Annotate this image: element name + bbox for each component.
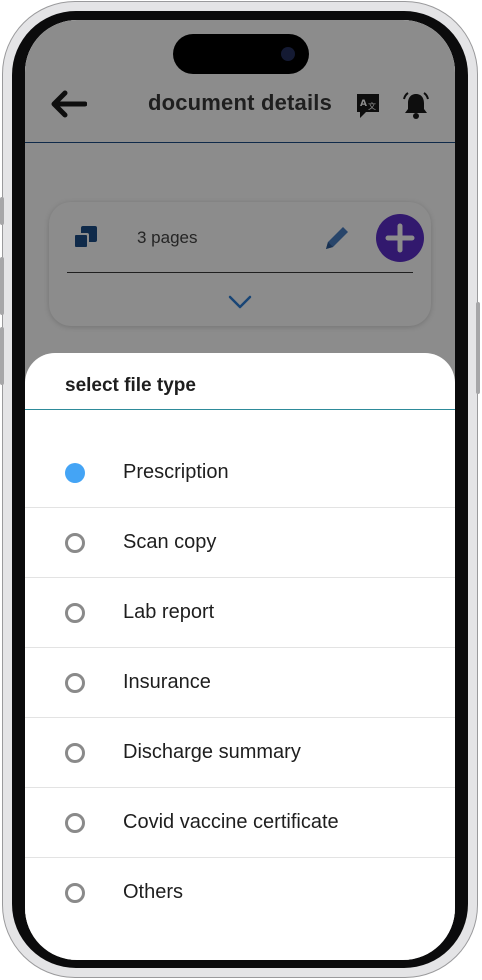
file-type-option-label: Covid vaccine certificate — [123, 811, 339, 833]
file-type-options: Prescription Scan copy Lab report Insurance… — [25, 438, 455, 927]
file-type-option-label: Lab report — [123, 601, 215, 623]
radio-selected-icon[interactable] — [65, 463, 85, 483]
volume-down-button — [0, 327, 4, 385]
volume-up-button — [0, 257, 4, 315]
silent-switch — [0, 197, 4, 225]
file-type-option-row[interactable]: Discharge summary — [25, 718, 455, 788]
power-button — [476, 302, 480, 394]
radio-unselected-icon[interactable] — [65, 533, 85, 553]
file-type-option-row[interactable]: Others — [25, 858, 455, 927]
screen: document details A 文 3 pages select file… — [25, 20, 455, 960]
sheet-divider — [25, 409, 455, 410]
file-type-option-row[interactable]: Scan copy — [25, 508, 455, 578]
file-type-bottom-sheet: select file type Prescription Scan copy La… — [25, 353, 455, 960]
file-type-option-row[interactable]: Prescription — [25, 438, 455, 508]
file-type-option-row[interactable]: Covid vaccine certificate — [25, 788, 455, 858]
radio-unselected-icon[interactable] — [65, 603, 85, 623]
radio-unselected-icon[interactable] — [65, 743, 85, 763]
radio-unselected-icon[interactable] — [65, 673, 85, 693]
sheet-title: select file type — [65, 375, 196, 396]
file-type-option-label: Prescription — [123, 461, 229, 483]
file-type-option-row[interactable]: Lab report — [25, 578, 455, 648]
file-type-option-row[interactable]: Insurance — [25, 648, 455, 718]
file-type-option-label: Others — [123, 881, 184, 903]
dynamic-island — [173, 34, 309, 74]
file-type-option-label: Discharge summary — [123, 741, 301, 763]
radio-unselected-icon[interactable] — [65, 813, 85, 833]
file-type-option-label: Scan copy — [123, 531, 217, 553]
front-camera-icon — [281, 47, 295, 61]
radio-unselected-icon[interactable] — [65, 883, 85, 903]
file-type-option-label: Insurance — [123, 671, 211, 693]
